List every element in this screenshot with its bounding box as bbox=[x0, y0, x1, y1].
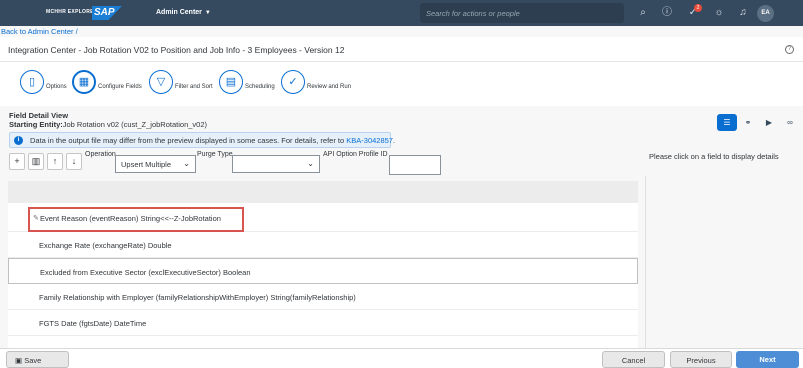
api-option-input[interactable] bbox=[389, 155, 441, 175]
move-down-icon[interactable]: ↓ bbox=[66, 153, 82, 170]
company-brand: MCHHR EXPLORE bbox=[46, 9, 94, 15]
chevron-down-icon: ⌄ bbox=[183, 159, 190, 168]
sap-logo: SAP bbox=[92, 6, 122, 20]
search-icon[interactable]: ⌕ bbox=[636, 6, 650, 20]
ideas-icon[interactable]: ☼ bbox=[712, 6, 726, 20]
table-row[interactable]: Excluded from Executive Sector (exclExec… bbox=[8, 258, 638, 284]
app-menu[interactable]: Admin Center ▼ bbox=[156, 9, 211, 16]
filter-icon: ▽ bbox=[149, 70, 173, 94]
grid-icon: ▦ bbox=[72, 70, 96, 94]
wizard-steps: ▯ Options ▦ Configure Fields ▽ Filter an… bbox=[0, 62, 803, 106]
page-header: Integration Center - Job Rotation V02 to… bbox=[0, 37, 803, 62]
chevron-down-icon: ⌄ bbox=[307, 159, 314, 168]
panel-divider bbox=[645, 176, 646, 348]
table-row[interactable]: ✎ Event Reason (eventReason) String<<--Z… bbox=[8, 206, 638, 232]
kba-link[interactable]: KBA-3042857 bbox=[346, 136, 393, 145]
help-icon[interactable]: ⓘ bbox=[660, 6, 674, 20]
move-up-icon[interactable]: ↑ bbox=[47, 153, 63, 170]
list-view-icon[interactable]: ☰ bbox=[717, 114, 737, 131]
operation-select[interactable]: Upsert Multiple ⌄ bbox=[115, 155, 196, 173]
pin-icon: ✎ bbox=[33, 215, 39, 222]
mapping-view-icon[interactable]: ⚭ bbox=[738, 114, 758, 131]
table-row[interactable]: Family Relationship with Employer (famil… bbox=[8, 284, 638, 310]
search-input[interactable]: Search for actions or people bbox=[420, 3, 624, 23]
purge-type-label: Purge Type bbox=[197, 151, 233, 158]
page-title: Integration Center - Job Rotation V02 to… bbox=[8, 45, 345, 55]
notifications-icon[interactable]: ♫ bbox=[736, 6, 750, 20]
field-list: ✎ Event Reason (eventReason) String<<--Z… bbox=[8, 181, 638, 348]
help-icon[interactable]: ? bbox=[785, 45, 794, 54]
avatar[interactable]: EA bbox=[757, 5, 774, 22]
delete-icon[interactable]: ▥ bbox=[28, 153, 44, 170]
table-row[interactable]: FGTS Date (fgtsDate) DateTime bbox=[8, 310, 638, 336]
info-message: i Data in the output file may differ fro… bbox=[9, 132, 395, 148]
table-row[interactable]: Exchange Rate (exchangeRate) Double bbox=[8, 232, 638, 258]
save-button[interactable]: ▣ Save bbox=[6, 351, 69, 368]
footer-bar: ▣ Save Cancel Previous Next bbox=[0, 348, 803, 368]
notification-badge: 2 bbox=[694, 4, 702, 12]
info-icon: i bbox=[14, 136, 23, 145]
document-icon: ▯ bbox=[20, 70, 44, 94]
check-icon: ✓ bbox=[281, 70, 305, 94]
caret-down-icon: ▼ bbox=[204, 10, 211, 16]
calendar-icon: ▤ bbox=[219, 70, 243, 94]
field-detail-heading: Field Detail View bbox=[9, 111, 69, 120]
previous-button[interactable]: Previous bbox=[670, 351, 732, 368]
next-button[interactable]: Next bbox=[736, 351, 799, 368]
shell-bar: MCHHR EXPLORE SAP Admin Center ▼ Search f… bbox=[0, 0, 803, 26]
cancel-button[interactable]: Cancel bbox=[602, 351, 665, 368]
field-list-header bbox=[8, 181, 638, 203]
operation-label: Operation bbox=[85, 151, 116, 158]
starting-entity: Starting Entity:Job Rotation v02 (cust_Z… bbox=[9, 120, 208, 129]
back-link[interactable]: Back to Admin Center / bbox=[1, 27, 78, 36]
field-details-hint: Please click on a field to display detai… bbox=[649, 152, 779, 161]
api-option-label: API Option Profile ID bbox=[323, 151, 388, 158]
add-icon[interactable]: + bbox=[9, 153, 25, 170]
purge-type-select[interactable]: ⌄ bbox=[232, 155, 320, 173]
play-icon[interactable]: ▶ bbox=[759, 114, 779, 131]
save-icon: ▣ bbox=[15, 356, 23, 365]
glasses-icon[interactable]: ∞ bbox=[780, 114, 800, 131]
